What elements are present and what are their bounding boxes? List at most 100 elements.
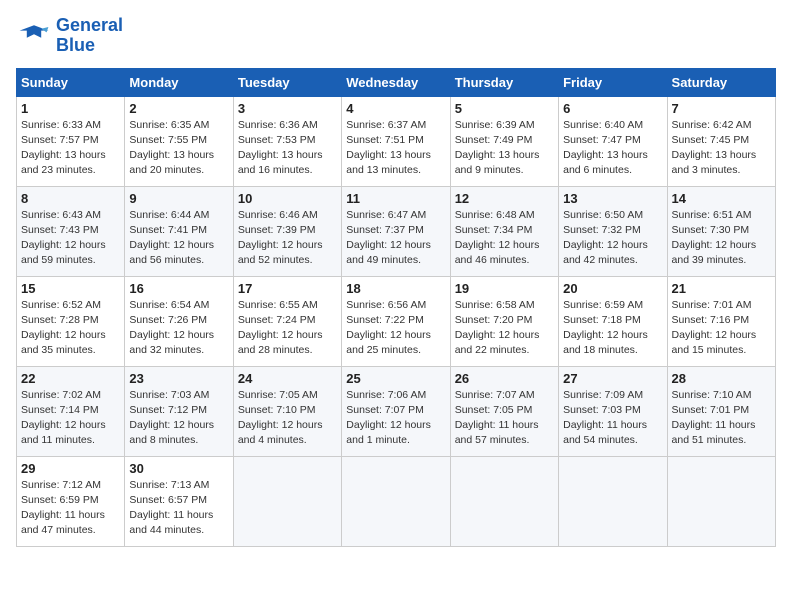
- calendar-week-row: 29 Sunrise: 7:12 AMSunset: 6:59 PMDaylig…: [17, 456, 776, 546]
- day-info: Sunrise: 6:59 AMSunset: 7:18 PMDaylight:…: [563, 299, 648, 357]
- calendar-day-18: 18 Sunrise: 6:56 AMSunset: 7:22 PMDaylig…: [342, 276, 450, 366]
- calendar-day-29: 29 Sunrise: 7:12 AMSunset: 6:59 PMDaylig…: [17, 456, 125, 546]
- calendar-day-24: 24 Sunrise: 7:05 AMSunset: 7:10 PMDaylig…: [233, 366, 341, 456]
- day-info: Sunrise: 6:43 AMSunset: 7:43 PMDaylight:…: [21, 209, 106, 267]
- day-number: 28: [672, 371, 771, 386]
- calendar-day-1: 1 Sunrise: 6:33 AMSunset: 7:57 PMDayligh…: [17, 96, 125, 186]
- calendar-day-20: 20 Sunrise: 6:59 AMSunset: 7:18 PMDaylig…: [559, 276, 667, 366]
- calendar-empty-cell: [342, 456, 450, 546]
- calendar-empty-cell: [450, 456, 558, 546]
- weekday-header-tuesday: Tuesday: [233, 68, 341, 96]
- calendar-empty-cell: [667, 456, 775, 546]
- day-number: 23: [129, 371, 228, 386]
- day-info: Sunrise: 6:54 AMSunset: 7:26 PMDaylight:…: [129, 299, 214, 357]
- day-number: 18: [346, 281, 445, 296]
- day-info: Sunrise: 7:10 AMSunset: 7:01 PMDaylight:…: [672, 389, 756, 447]
- weekday-header-sunday: Sunday: [17, 68, 125, 96]
- day-number: 7: [672, 101, 771, 116]
- day-number: 2: [129, 101, 228, 116]
- day-info: Sunrise: 6:51 AMSunset: 7:30 PMDaylight:…: [672, 209, 757, 267]
- day-info: Sunrise: 6:47 AMSunset: 7:37 PMDaylight:…: [346, 209, 431, 267]
- day-info: Sunrise: 6:52 AMSunset: 7:28 PMDaylight:…: [21, 299, 106, 357]
- day-info: Sunrise: 7:09 AMSunset: 7:03 PMDaylight:…: [563, 389, 647, 447]
- day-info: Sunrise: 6:36 AMSunset: 7:53 PMDaylight:…: [238, 119, 323, 177]
- day-number: 16: [129, 281, 228, 296]
- day-number: 29: [21, 461, 120, 476]
- day-number: 4: [346, 101, 445, 116]
- day-number: 14: [672, 191, 771, 206]
- day-number: 3: [238, 101, 337, 116]
- day-info: Sunrise: 6:50 AMSunset: 7:32 PMDaylight:…: [563, 209, 648, 267]
- day-number: 17: [238, 281, 337, 296]
- calendar-table: SundayMondayTuesdayWednesdayThursdayFrid…: [16, 68, 776, 547]
- calendar-week-row: 22 Sunrise: 7:02 AMSunset: 7:14 PMDaylig…: [17, 366, 776, 456]
- day-number: 30: [129, 461, 228, 476]
- page-header: General Blue: [16, 16, 776, 56]
- calendar-day-28: 28 Sunrise: 7:10 AMSunset: 7:01 PMDaylig…: [667, 366, 775, 456]
- calendar-day-25: 25 Sunrise: 7:06 AMSunset: 7:07 PMDaylig…: [342, 366, 450, 456]
- calendar-day-21: 21 Sunrise: 7:01 AMSunset: 7:16 PMDaylig…: [667, 276, 775, 366]
- calendar-day-22: 22 Sunrise: 7:02 AMSunset: 7:14 PMDaylig…: [17, 366, 125, 456]
- day-number: 26: [455, 371, 554, 386]
- weekday-header-friday: Friday: [559, 68, 667, 96]
- day-info: Sunrise: 6:42 AMSunset: 7:45 PMDaylight:…: [672, 119, 757, 177]
- calendar-day-5: 5 Sunrise: 6:39 AMSunset: 7:49 PMDayligh…: [450, 96, 558, 186]
- day-info: Sunrise: 6:33 AMSunset: 7:57 PMDaylight:…: [21, 119, 106, 177]
- calendar-day-15: 15 Sunrise: 6:52 AMSunset: 7:28 PMDaylig…: [17, 276, 125, 366]
- calendar-day-6: 6 Sunrise: 6:40 AMSunset: 7:47 PMDayligh…: [559, 96, 667, 186]
- day-info: Sunrise: 6:35 AMSunset: 7:55 PMDaylight:…: [129, 119, 214, 177]
- day-number: 25: [346, 371, 445, 386]
- weekday-header-wednesday: Wednesday: [342, 68, 450, 96]
- day-info: Sunrise: 6:46 AMSunset: 7:39 PMDaylight:…: [238, 209, 323, 267]
- day-info: Sunrise: 7:03 AMSunset: 7:12 PMDaylight:…: [129, 389, 214, 447]
- day-number: 19: [455, 281, 554, 296]
- logo-icon: [16, 21, 52, 51]
- weekday-header-saturday: Saturday: [667, 68, 775, 96]
- calendar-day-9: 9 Sunrise: 6:44 AMSunset: 7:41 PMDayligh…: [125, 186, 233, 276]
- day-number: 15: [21, 281, 120, 296]
- calendar-week-row: 15 Sunrise: 6:52 AMSunset: 7:28 PMDaylig…: [17, 276, 776, 366]
- day-info: Sunrise: 6:58 AMSunset: 7:20 PMDaylight:…: [455, 299, 540, 357]
- day-info: Sunrise: 6:39 AMSunset: 7:49 PMDaylight:…: [455, 119, 540, 177]
- calendar-day-10: 10 Sunrise: 6:46 AMSunset: 7:39 PMDaylig…: [233, 186, 341, 276]
- day-number: 5: [455, 101, 554, 116]
- calendar-day-3: 3 Sunrise: 6:36 AMSunset: 7:53 PMDayligh…: [233, 96, 341, 186]
- weekday-header-monday: Monday: [125, 68, 233, 96]
- day-info: Sunrise: 7:07 AMSunset: 7:05 PMDaylight:…: [455, 389, 539, 447]
- day-info: Sunrise: 7:02 AMSunset: 7:14 PMDaylight:…: [21, 389, 106, 447]
- calendar-day-4: 4 Sunrise: 6:37 AMSunset: 7:51 PMDayligh…: [342, 96, 450, 186]
- calendar-day-2: 2 Sunrise: 6:35 AMSunset: 7:55 PMDayligh…: [125, 96, 233, 186]
- day-info: Sunrise: 7:13 AMSunset: 6:57 PMDaylight:…: [129, 479, 213, 537]
- calendar-empty-cell: [559, 456, 667, 546]
- weekday-header-row: SundayMondayTuesdayWednesdayThursdayFrid…: [17, 68, 776, 96]
- logo-text: General Blue: [56, 16, 123, 56]
- calendar-day-27: 27 Sunrise: 7:09 AMSunset: 7:03 PMDaylig…: [559, 366, 667, 456]
- calendar-day-12: 12 Sunrise: 6:48 AMSunset: 7:34 PMDaylig…: [450, 186, 558, 276]
- day-info: Sunrise: 6:56 AMSunset: 7:22 PMDaylight:…: [346, 299, 431, 357]
- day-info: Sunrise: 7:12 AMSunset: 6:59 PMDaylight:…: [21, 479, 105, 537]
- day-number: 24: [238, 371, 337, 386]
- day-number: 1: [21, 101, 120, 116]
- calendar-day-16: 16 Sunrise: 6:54 AMSunset: 7:26 PMDaylig…: [125, 276, 233, 366]
- day-number: 6: [563, 101, 662, 116]
- calendar-day-8: 8 Sunrise: 6:43 AMSunset: 7:43 PMDayligh…: [17, 186, 125, 276]
- day-number: 10: [238, 191, 337, 206]
- day-info: Sunrise: 6:40 AMSunset: 7:47 PMDaylight:…: [563, 119, 648, 177]
- day-number: 27: [563, 371, 662, 386]
- day-info: Sunrise: 6:37 AMSunset: 7:51 PMDaylight:…: [346, 119, 431, 177]
- day-info: Sunrise: 7:01 AMSunset: 7:16 PMDaylight:…: [672, 299, 757, 357]
- calendar-day-30: 30 Sunrise: 7:13 AMSunset: 6:57 PMDaylig…: [125, 456, 233, 546]
- day-number: 11: [346, 191, 445, 206]
- day-number: 22: [21, 371, 120, 386]
- weekday-header-thursday: Thursday: [450, 68, 558, 96]
- day-number: 12: [455, 191, 554, 206]
- calendar-day-11: 11 Sunrise: 6:47 AMSunset: 7:37 PMDaylig…: [342, 186, 450, 276]
- calendar-day-7: 7 Sunrise: 6:42 AMSunset: 7:45 PMDayligh…: [667, 96, 775, 186]
- calendar-day-14: 14 Sunrise: 6:51 AMSunset: 7:30 PMDaylig…: [667, 186, 775, 276]
- calendar-week-row: 8 Sunrise: 6:43 AMSunset: 7:43 PMDayligh…: [17, 186, 776, 276]
- calendar-day-19: 19 Sunrise: 6:58 AMSunset: 7:20 PMDaylig…: [450, 276, 558, 366]
- day-info: Sunrise: 6:48 AMSunset: 7:34 PMDaylight:…: [455, 209, 540, 267]
- day-number: 21: [672, 281, 771, 296]
- day-number: 13: [563, 191, 662, 206]
- day-number: 9: [129, 191, 228, 206]
